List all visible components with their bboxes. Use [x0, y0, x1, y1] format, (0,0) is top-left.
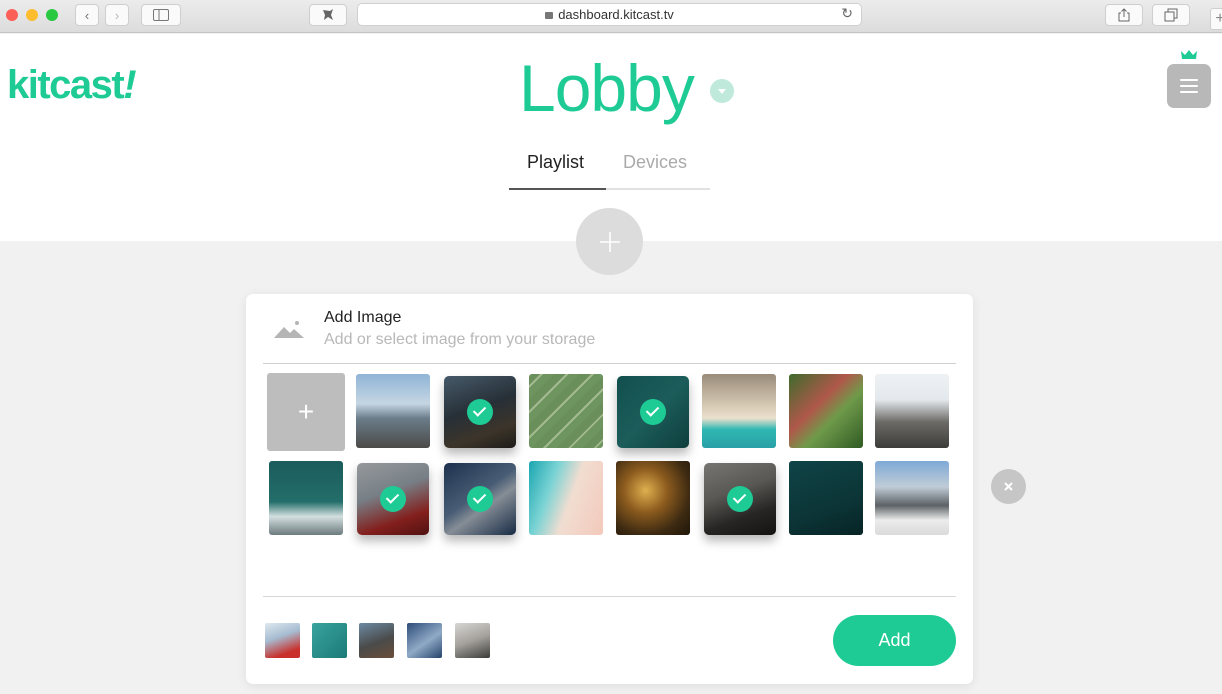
minimize-window-button[interactable] — [26, 9, 38, 21]
selected-thumb[interactable] — [359, 623, 394, 658]
extension-icon — [323, 9, 333, 20]
address-bar[interactable]: dashboard.kitcast.tv ↻ — [357, 3, 862, 26]
forward-button[interactable]: › — [105, 4, 129, 26]
image-tile[interactable] — [529, 374, 603, 448]
check-icon — [640, 399, 666, 425]
close-panel-button[interactable] — [991, 469, 1026, 504]
check-icon — [467, 399, 493, 425]
add-content-button[interactable] — [576, 208, 643, 275]
divider — [263, 596, 956, 597]
main-menu-button[interactable] — [1167, 64, 1211, 108]
back-button[interactable]: ‹ — [75, 4, 99, 26]
tabs-icon — [1164, 8, 1178, 22]
image-tile[interactable] — [789, 461, 863, 535]
share-icon — [1118, 8, 1130, 22]
tab-devices[interactable]: Devices — [623, 152, 687, 173]
check-icon — [467, 486, 493, 512]
image-tile-selected[interactable] — [444, 376, 516, 448]
image-tile[interactable] — [789, 374, 863, 448]
panel-title: Add Image — [324, 309, 402, 326]
image-tile[interactable] — [356, 374, 430, 448]
image-tile-selected[interactable] — [617, 376, 689, 448]
check-icon — [380, 486, 406, 512]
hamburger-icon — [1180, 79, 1198, 81]
selected-thumb[interactable] — [312, 623, 347, 658]
page-title: Lobby — [519, 51, 695, 125]
address-url: dashboard.kitcast.tv — [558, 7, 674, 22]
sidebar-icon — [153, 9, 169, 21]
close-window-button[interactable] — [6, 9, 18, 21]
tabs-overview-button[interactable] — [1152, 4, 1190, 26]
plus-icon — [599, 231, 620, 252]
tab-playlist[interactable]: Playlist — [527, 152, 584, 173]
zoom-window-button[interactable] — [46, 9, 58, 21]
image-tile[interactable] — [616, 461, 690, 535]
image-tile[interactable] — [875, 374, 949, 448]
image-icon — [274, 321, 304, 338]
selected-thumb[interactable] — [265, 623, 300, 658]
new-tab-button[interactable]: + — [1210, 8, 1222, 30]
image-tile[interactable] — [702, 374, 776, 448]
share-button[interactable] — [1105, 4, 1143, 26]
image-tile[interactable] — [269, 461, 343, 535]
image-tile-selected[interactable] — [357, 463, 429, 535]
upload-image-tile[interactable]: + — [267, 373, 345, 451]
add-image-panel: Add Image Add or select image from your … — [246, 294, 973, 684]
tab-bar: Playlist Devices — [509, 142, 710, 190]
extension-button[interactable] — [309, 4, 347, 26]
page: kitcast! Lobby Playlist Devices Add Imag… — [0, 34, 1222, 694]
crown-icon — [1181, 50, 1197, 59]
selected-thumb[interactable] — [407, 623, 442, 658]
browser-toolbar: ‹ › dashboard.kitcast.tv ↻ + — [0, 0, 1222, 33]
sidebar-toggle-button[interactable] — [141, 4, 181, 26]
lock-icon — [545, 12, 554, 19]
title-dropdown-icon[interactable] — [710, 79, 734, 103]
image-tile[interactable] — [529, 461, 603, 535]
kitcast-logo[interactable]: kitcast! — [7, 63, 137, 108]
image-tile-selected[interactable] — [444, 463, 516, 535]
selected-thumb[interactable] — [455, 623, 490, 658]
check-icon — [727, 486, 753, 512]
logo-mark: ! — [123, 63, 136, 107]
image-tile[interactable] — [875, 461, 949, 535]
image-tile-selected[interactable] — [704, 463, 776, 535]
add-button[interactable]: Add — [833, 615, 956, 666]
active-tab-indicator — [509, 188, 606, 190]
logo-text: kitcast — [7, 63, 125, 107]
reload-icon[interactable]: ↻ — [841, 5, 853, 22]
divider — [263, 363, 956, 364]
close-icon — [1004, 482, 1013, 491]
panel-subtitle: Add or select image from your storage — [324, 331, 596, 348]
